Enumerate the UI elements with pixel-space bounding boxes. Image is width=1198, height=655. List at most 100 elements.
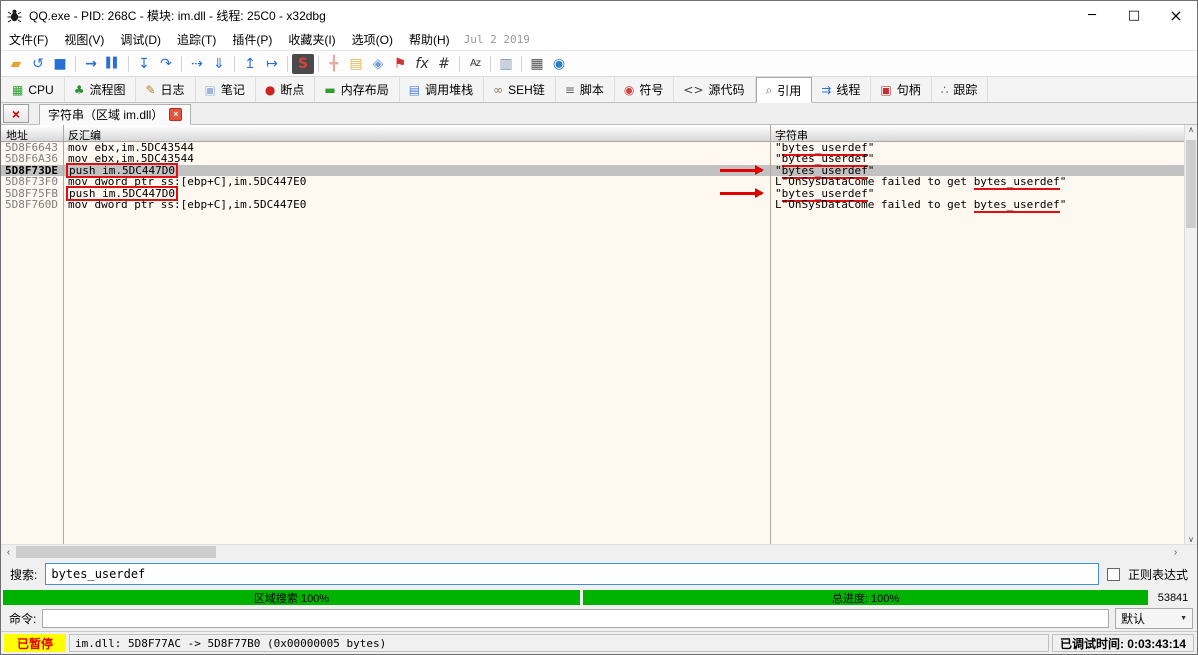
log-pencil-icon: ✎ — [145, 84, 155, 96]
search-label: 搜索: — [10, 566, 37, 583]
patch-icon[interactable]: ╋ — [323, 54, 345, 74]
tab-handles[interactable]: ▣句柄 — [871, 77, 931, 102]
globe-icon[interactable]: ◉ — [548, 54, 570, 74]
search-input[interactable] — [45, 563, 1099, 585]
tab-breakpoints[interactable]: ●断点 — [256, 77, 316, 102]
menu-help[interactable]: 帮助(H) — [401, 29, 458, 50]
trace-into-icon[interactable]: ⇢ — [186, 54, 208, 74]
comment-icon[interactable]: ▤ — [345, 54, 367, 74]
run-to-user-code-icon[interactable]: ↦ — [261, 54, 283, 74]
tab-call-stack[interactable]: ▤调用堆栈 — [400, 77, 484, 102]
header-address[interactable]: 地址 — [1, 125, 63, 141]
horizontal-scroll-track[interactable] — [16, 545, 1168, 559]
window-title: QQ.exe - PID: 268C - 模块: im.dll - 线程: 25… — [27, 7, 1071, 24]
menu-trace[interactable]: 追踪(T) — [169, 29, 224, 50]
string-cell: L"OnSysDataCome failed to get bytes_user… — [770, 199, 1184, 210]
table-header: 地址 反汇编 字符串 — [1, 125, 1184, 142]
red-arrow-annotation — [720, 192, 762, 195]
disasm-text-red-box-annotation: push im.5DC447D0 — [68, 188, 176, 199]
maximize-button[interactable]: □ — [1113, 1, 1155, 29]
menu-plugins[interactable]: 插件(P) — [224, 29, 280, 50]
table-row[interactable]: 5D8F6A36mov ebx,im.5DC43544"bytes_userde… — [1, 153, 1184, 164]
subtab-close-icon[interactable]: × — [169, 108, 182, 121]
close-reference-view-button[interactable]: × — [3, 104, 29, 123]
graph-tree-icon: ♣ — [74, 84, 85, 96]
minimize-button[interactable]: ─ — [1071, 1, 1113, 29]
trace-over-icon[interactable]: ⇓ — [208, 54, 230, 74]
column-divider — [63, 125, 64, 544]
tab-threads[interactable]: ⇉线程 — [812, 77, 871, 102]
calculator-icon[interactable]: ▦ — [526, 54, 548, 74]
pause-icon[interactable]: ▌▌ — [102, 54, 124, 74]
tab-seh[interactable]: ∞SEH链 — [484, 77, 556, 102]
regex-checkbox[interactable] — [1107, 568, 1120, 581]
bug-app-icon — [1, 8, 27, 23]
open-file-icon[interactable]: ▰ — [5, 54, 27, 74]
scroll-down-icon[interactable]: ∨ — [1188, 535, 1194, 544]
subtab-label: 字符串（区域 im.dll） — [48, 106, 163, 123]
tab-notes[interactable]: ▣笔记 — [196, 77, 256, 102]
menu-favourites[interactable]: 收藏夹(I) — [280, 29, 343, 50]
tab-symbols[interactable]: ◉符号 — [615, 77, 675, 102]
step-over-icon[interactable]: ↷ — [155, 54, 177, 74]
tab-log[interactable]: ✎日志 — [136, 77, 195, 102]
stop-icon[interactable]: ■ — [49, 54, 71, 74]
tab-label: 调用堆栈 — [425, 81, 473, 98]
tab-graph[interactable]: ♣流程图 — [65, 77, 137, 102]
encoding-icon[interactable]: Az — [464, 54, 486, 74]
symbols-icon: ◉ — [624, 84, 634, 96]
restart-icon[interactable]: ↺ — [27, 54, 49, 74]
vertical-scrollbar[interactable]: ∧ ∨ — [1184, 125, 1197, 544]
tab-source[interactable]: <>源代码 — [674, 77, 755, 102]
header-disassembly[interactable]: 反汇编 — [63, 125, 770, 141]
execute-till-return-icon[interactable]: ↥ — [239, 54, 261, 74]
hash-icon[interactable]: # — [433, 54, 455, 74]
device-icon[interactable]: ▥ — [495, 54, 517, 74]
disasm-cell: mov dword ptr ss:[ebp+C],im.5DC447E0 — [63, 199, 770, 210]
header-strings[interactable]: 字符串 — [770, 125, 1184, 141]
toolbar-separator — [234, 56, 235, 72]
threads-icon: ⇉ — [821, 84, 831, 96]
toolbar-separator — [490, 56, 491, 72]
scroll-up-icon[interactable]: ∧ — [1188, 125, 1194, 134]
menu-view[interactable]: 视图(V) — [56, 29, 112, 50]
menu-file[interactable]: 文件(F) — [1, 29, 56, 50]
chevron-down-icon: ▼ — [1180, 615, 1187, 622]
profile-value: 默认 — [1121, 610, 1145, 627]
command-input[interactable] — [42, 609, 1109, 628]
string-text: L"OnSysDataCome failed to get — [775, 198, 974, 211]
tab-memory-map[interactable]: ▬内存布局 — [315, 77, 399, 102]
bookmark-icon[interactable]: ⚑ — [389, 54, 411, 74]
horizontal-scrollbar[interactable]: ‹ › — [1, 544, 1197, 559]
step-into-icon[interactable]: ↧ — [133, 54, 155, 74]
table-row[interactable]: 5D8F760Dmov dword ptr ss:[ebp+C],im.5DC4… — [1, 199, 1184, 210]
function-icon[interactable]: fx — [411, 54, 433, 74]
close-button[interactable]: × — [1155, 1, 1197, 29]
table-row[interactable]: 5D8F73F0mov dword ptr ss:[ebp+C],im.5DC4… — [1, 176, 1184, 187]
toolbar-separator — [318, 56, 319, 72]
sharpod-plugin-icon[interactable]: S — [292, 54, 314, 74]
horizontal-scrollbar-thumb[interactable] — [16, 546, 216, 558]
tab-script[interactable]: ≡脚本 — [556, 77, 615, 102]
progress-row: 区域搜索 100% 总进度: 100% 53841 — [1, 589, 1197, 606]
tab-label: 引用 — [777, 82, 801, 99]
menu-options[interactable]: 选项(O) — [344, 29, 401, 50]
tab-references[interactable]: ⌕ 引用 — [756, 77, 813, 103]
breakpoint-dot-icon: ● — [265, 84, 275, 96]
scroll-left-icon[interactable]: ‹ — [1, 545, 16, 559]
result-count: 53841 — [1151, 592, 1195, 604]
label-icon[interactable]: ◈ — [367, 54, 389, 74]
magnifier-icon: ⌕ — [766, 84, 773, 96]
tab-trace-view[interactable]: ∴跟踪 — [932, 77, 989, 102]
scroll-right-icon[interactable]: › — [1168, 545, 1183, 559]
subtab-strings-region[interactable]: 字符串（区域 im.dll） × — [39, 104, 191, 125]
command-profile-dropdown[interactable]: 默认 ▼ — [1115, 608, 1193, 629]
toolbar-separator — [521, 56, 522, 72]
vertical-scrollbar-thumb[interactable] — [1186, 140, 1196, 228]
menu-debug[interactable]: 调试(D) — [112, 29, 169, 50]
run-icon[interactable]: → — [80, 54, 102, 74]
menubar: Jul 2 2019 文件(F)视图(V)调试(D)追踪(T)插件(P)收藏夹(… — [1, 29, 1197, 51]
tab-cpu[interactable]: ▦CPU — [3, 77, 65, 102]
scrollbar-corner — [1183, 545, 1197, 559]
string-cell: L"OnSysDataCome failed to get bytes_user… — [770, 176, 1184, 187]
